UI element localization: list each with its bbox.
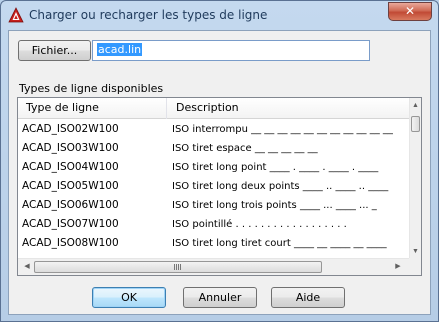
window-title: Charger ou recharger les types de ligne bbox=[29, 8, 268, 22]
linetype-name: ACAD_ISO06W100 bbox=[22, 199, 119, 211]
scroll-up-icon[interactable]: ▲ bbox=[410, 100, 421, 112]
help-button[interactable]: Aide bbox=[271, 287, 345, 308]
linetype-description: ISO tiret long deux points ____ .. ____ … bbox=[172, 181, 389, 192]
linetype-name: ACAD_ISO08W100 bbox=[22, 237, 119, 249]
linetype-list[interactable]: Type de ligne Description ACAD_ISO02W100… bbox=[17, 97, 422, 276]
linetype-description: ISO tiret long point ____ . ____ . ____ … bbox=[172, 162, 379, 173]
scrollbar-corner bbox=[409, 258, 421, 275]
list-item[interactable]: ACAD_ISO02W100 ISO interrompu __ __ __ _… bbox=[18, 120, 411, 139]
available-linetypes-label: Types de ligne disponibles bbox=[19, 82, 164, 95]
scroll-down-icon[interactable]: ▼ bbox=[410, 246, 421, 258]
linetype-name: ACAD_ISO07W100 bbox=[22, 218, 119, 230]
linetype-description: ISO interrompu __ __ __ __ __ __ __ __ _… bbox=[172, 124, 393, 135]
horizontal-scroll-thumb[interactable] bbox=[34, 261, 322, 273]
vertical-scrollbar[interactable]: ▲ ▼ bbox=[409, 98, 421, 258]
column-header-linetype[interactable]: Type de ligne bbox=[18, 98, 167, 119]
scroll-grip-icon bbox=[174, 264, 182, 270]
file-name-input[interactable]: acad.lin bbox=[92, 40, 370, 61]
title-bar[interactable]: Charger ou recharger les types de ligne … bbox=[1, 1, 438, 29]
linetype-description: ISO pointillé . . . . . . . . . . . . . … bbox=[172, 219, 347, 230]
horizontal-scrollbar[interactable]: ◀ ▶ bbox=[18, 258, 421, 275]
list-header: Type de ligne Description bbox=[18, 98, 411, 119]
dialog-client-area: Fichier... acad.lin Types de ligne dispo… bbox=[8, 30, 431, 315]
cancel-button[interactable]: Annuler bbox=[183, 287, 257, 308]
list-rows: ACAD_ISO02W100 ISO interrompu __ __ __ _… bbox=[18, 120, 411, 253]
linetype-name: ACAD_ISO03W100 bbox=[22, 142, 119, 154]
ok-button[interactable]: OK bbox=[92, 287, 166, 308]
close-button[interactable]: ✕ bbox=[388, 2, 432, 21]
dialog-window: Charger ou recharger les types de ligne … bbox=[0, 0, 439, 322]
scroll-left-icon[interactable]: ◀ bbox=[20, 259, 34, 275]
linetype-description: ISO tiret espace __ __ __ __ __ bbox=[172, 143, 318, 154]
linetype-description: ISO tiret long tiret court ____ __ ____ … bbox=[172, 238, 387, 249]
close-icon: ✕ bbox=[404, 4, 416, 18]
autocad-icon bbox=[8, 7, 24, 23]
linetype-name: ACAD_ISO04W100 bbox=[22, 161, 119, 173]
list-item[interactable]: ACAD_ISO03W100 ISO tiret espace __ __ __… bbox=[18, 139, 411, 158]
scroll-right-icon[interactable]: ▶ bbox=[391, 259, 405, 275]
list-item[interactable]: ACAD_ISO06W100 ISO tiret long trois poin… bbox=[18, 196, 411, 215]
vertical-scroll-thumb[interactable] bbox=[411, 116, 420, 132]
column-header-description[interactable]: Description bbox=[168, 98, 411, 119]
file-name-value: acad.lin bbox=[97, 43, 143, 56]
list-item[interactable]: ACAD_ISO05W100 ISO tiret long deux point… bbox=[18, 177, 411, 196]
list-item[interactable]: ACAD_ISO08W100 ISO tiret long tiret cour… bbox=[18, 234, 411, 253]
linetype-name: ACAD_ISO02W100 bbox=[22, 123, 119, 135]
list-item[interactable]: ACAD_ISO04W100 ISO tiret long point ____… bbox=[18, 158, 411, 177]
linetype-description: ISO tiret long trois points ____ ... ___… bbox=[172, 200, 377, 211]
linetype-name: ACAD_ISO05W100 bbox=[22, 180, 119, 192]
file-button[interactable]: Fichier... bbox=[18, 40, 91, 61]
list-item[interactable]: ACAD_ISO07W100 ISO pointillé . . . . . .… bbox=[18, 215, 411, 234]
